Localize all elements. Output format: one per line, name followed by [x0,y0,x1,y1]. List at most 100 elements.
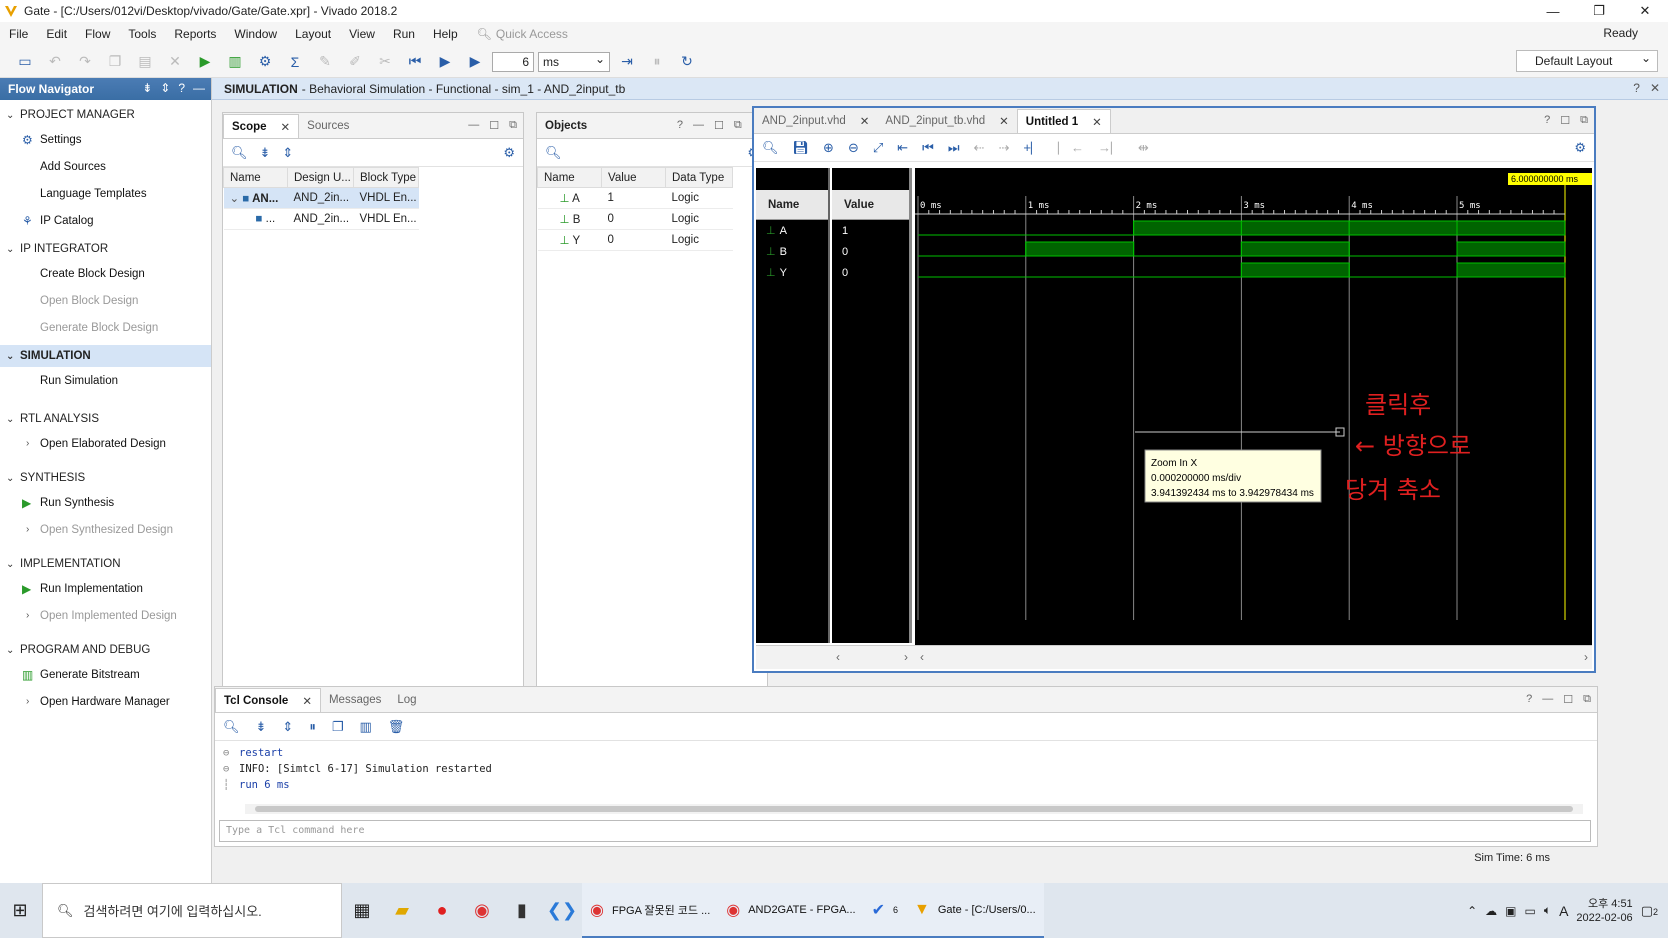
trash-icon[interactable]: 🗑︎ [388,719,405,735]
console-scrollbar[interactable] [245,804,1583,814]
search-icon[interactable]: 🔍︎ [762,140,779,156]
tab-and-2input-vhd[interactable]: AND_2input.vhd ✕ [754,109,877,133]
nav-open-elaborated-design[interactable]: › Open Elaborated Design [0,430,211,457]
go-to-end-icon[interactable]: ⏭ [948,140,960,156]
chevron-left-icon[interactable]: ‹ [836,650,840,664]
table-row[interactable]: ⊥ Y 0 Logic [537,229,733,251]
chevron-down-icon[interactable]: ⌄ [230,193,240,205]
next-transition-icon[interactable]: ⇢ [998,140,1009,156]
column-header[interactable]: Value [601,167,666,188]
float-panel-icon[interactable]: ⧉ [1580,114,1588,127]
tab-log[interactable]: Log [389,688,424,712]
columns-icon[interactable]: ▥ [359,719,371,735]
nav-open-block-design[interactable]: Open Block Design [0,287,211,314]
redo-icon[interactable]: ↷ [72,50,98,74]
menu-view[interactable]: View [340,27,384,41]
tool-icon-3[interactable]: ✂ [372,50,398,74]
chevron-right-icon[interactable]: › [1584,650,1588,664]
signal-row-a[interactable]: ⊥ A [756,220,828,241]
nav-generate-block-design[interactable]: Generate Block Design [0,314,211,341]
settings-icon[interactable]: ⚙ [252,50,278,74]
menu-tools[interactable]: Tools [119,27,165,41]
go-to-cursor-icon[interactable]: ⇤ [897,140,908,156]
chevron-left-icon[interactable]: ‹ [920,650,924,664]
taskbar-app-chrome-1[interactable]: ◉ FPGA 잘못된 코드 ... [582,883,719,938]
tab-scope[interactable]: Scope ✕ [223,114,300,138]
step-icon[interactable]: ⇥ [614,50,640,74]
menu-help[interactable]: Help [424,27,467,41]
section-project-manager[interactable]: ⌄ PROJECT MANAGER [0,104,211,126]
close-icon[interactable]: ✕ [281,120,291,134]
column-header[interactable]: Name [537,167,602,188]
cloud-icon[interactable]: ☁ [1485,904,1497,918]
nav-ip-catalog[interactable]: ⚘ IP Catalog [0,207,211,234]
tool-icon-1[interactable]: ✎ [312,50,338,74]
nav-run-simulation[interactable]: Run Simulation [0,367,211,394]
section-implementation[interactable]: ⌄ IMPLEMENTATION [0,553,211,575]
expand-all-icon[interactable]: ⇕ [282,145,293,161]
tool-icon-2[interactable]: ✐ [342,50,368,74]
run-all-icon[interactable]: ▶ [432,50,458,74]
zoom-fit-icon[interactable]: ⤢ [873,140,883,156]
next-marker-icon[interactable]: →⎸ [1098,140,1124,156]
close-icon[interactable]: ✕ [1092,115,1102,129]
run-time-input[interactable]: 6 [492,51,534,72]
maximize-panel-icon[interactable]: ☐ [489,119,499,132]
section-simulation[interactable]: ⌄ SIMULATION [0,345,211,367]
menu-run[interactable]: Run [384,27,424,41]
zoom-in-icon[interactable]: ⊕ [823,140,834,156]
nav-settings[interactable]: ⚙ Settings [0,126,211,153]
run-for-icon[interactable]: ▶︎ [462,50,488,74]
close-icon[interactable]: ✕ [860,114,870,128]
expand-all-icon[interactable]: ⇕ [282,719,293,735]
zoom-out-icon[interactable]: ⊖ [848,140,859,156]
gear-icon[interactable]: ⚙ [1574,140,1586,156]
menu-edit[interactable]: Edit [37,27,76,41]
section-program-debug[interactable]: ⌄ PROGRAM AND DEBUG [0,639,211,661]
tab-sources[interactable]: Sources [299,114,357,138]
task-view-icon[interactable]: ▦ [342,883,382,938]
minimize-panel-icon[interactable]: — [193,81,205,95]
table-row[interactable]: ⊥ A 1 Logic [537,187,733,209]
close-icon[interactable]: ✕ [999,114,1009,128]
column-header[interactable]: Data Type [665,167,733,188]
open-project-icon[interactable]: ▭ [12,50,38,74]
section-rtl-analysis[interactable]: ⌄ RTL ANALYSIS [0,408,211,430]
run-icon[interactable]: ▶ [192,50,218,74]
vscode-icon[interactable]: ❮❯ [542,883,582,938]
tab-untitled-1[interactable]: Untitled 1 ✕ [1016,109,1111,133]
tab-and-2input-tb-vhd[interactable]: AND_2input_tb.vhd ✕ [877,109,1016,133]
menu-window[interactable]: Window [225,27,286,41]
float-panel-icon[interactable]: ⧉ [1583,693,1591,706]
nav-run-synthesis[interactable]: ▶ Run Synthesis [0,489,211,516]
tab-messages[interactable]: Messages [321,688,389,712]
taskbar-search-box[interactable]: 🔍︎ 검색하려면 여기에 입력하십시오. [42,883,342,938]
ime-indicator[interactable]: A [1559,903,1568,919]
search-icon[interactable]: 🔍︎ [223,719,240,735]
help-icon[interactable]: ? [178,81,185,95]
nav-open-hardware-manager[interactable]: › Open Hardware Manager [0,688,211,715]
minimize-panel-icon[interactable]: — [1542,693,1553,706]
maximize-button[interactable]: ❐ [1576,0,1622,22]
fold-icon[interactable]: ⊖ [223,763,239,775]
waveform-scrollbar[interactable]: ‹ › ‹ › [756,645,1592,669]
quick-access-input[interactable]: 🔍︎ Quick Access [477,27,677,41]
restart-icon[interactable]: ⏮ [402,50,428,74]
close-button[interactable]: ✕ [1622,0,1668,22]
menu-reports[interactable]: Reports [165,27,225,41]
table-row[interactable]: ⌄ ■ AN... AND_2in... VHDL En... [223,187,419,209]
relaunch-icon[interactable]: ↻ [674,50,700,74]
run-time-unit-select[interactable]: ms [538,50,610,72]
table-row[interactable]: ⊥ B 0 Logic [537,208,733,230]
help-icon[interactable]: ? [1526,693,1532,706]
tab-tcl-console[interactable]: Tcl Console ✕ [215,688,321,712]
taskbar-app-vivado[interactable]: ▼ Gate - [C:/Users/0... [906,883,1044,938]
chrome-icon[interactable]: ◉ [462,883,502,938]
maximize-panel-icon[interactable]: ☐ [1563,693,1573,706]
menu-layout[interactable]: Layout [286,27,340,41]
chevron-right-icon[interactable]: › [904,650,908,664]
layout-select[interactable]: Default Layout [1516,48,1658,72]
help-icon[interactable]: ? [1633,81,1640,95]
prev-marker-icon[interactable]: ⎸← [1058,140,1084,156]
signal-row-y[interactable]: ⊥ Y [756,262,828,283]
